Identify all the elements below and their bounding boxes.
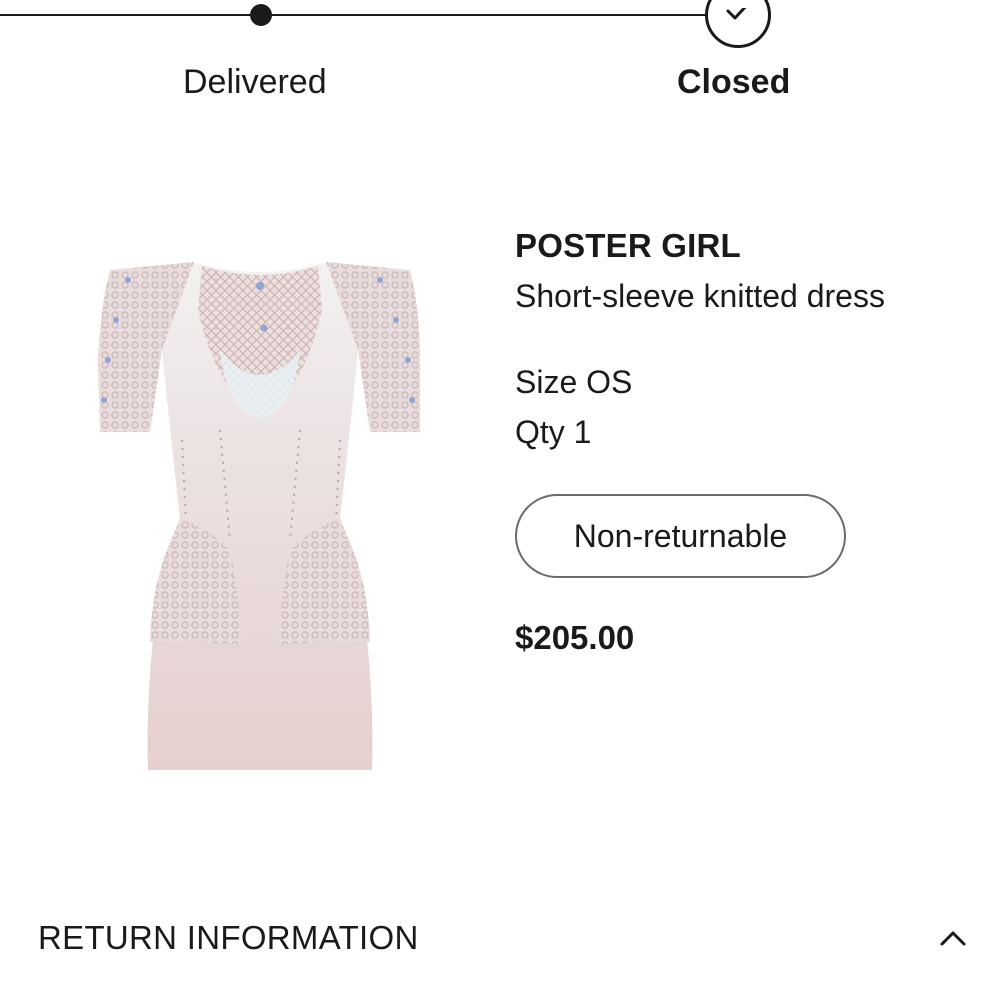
step-label-delivered: Delivered xyxy=(183,63,327,101)
product-quantity: Qty 1 xyxy=(515,414,592,450)
checkmark-icon xyxy=(726,8,747,20)
product-info: POSTER GIRL Short-sleeve knitted dress S… xyxy=(515,226,995,658)
return-information-label: RETURN INFORMATION xyxy=(38,919,419,956)
product-price: $205.00 xyxy=(515,619,635,656)
dress-illustration xyxy=(98,262,420,770)
order-detail-page: Delivered Closed POSTER GIRL Short-sleev… xyxy=(0,0,1000,1000)
order-progress-tracker: Delivered Closed xyxy=(0,0,1000,110)
return-information-toggle[interactable]: RETURN INFORMATION xyxy=(38,914,968,962)
progress-line xyxy=(0,14,712,16)
step-closed-marker xyxy=(705,0,771,48)
product-image[interactable] xyxy=(90,250,430,780)
product-brand[interactable]: POSTER GIRL xyxy=(515,226,995,266)
product-description[interactable]: Short-sleeve knitted dress xyxy=(515,276,995,316)
chevron-up-icon xyxy=(940,931,966,946)
step-delivered-dot xyxy=(250,4,272,26)
non-returnable-badge: Non-returnable xyxy=(515,494,846,578)
step-label-closed: Closed xyxy=(677,63,791,101)
product-size: Size OS xyxy=(515,364,633,400)
